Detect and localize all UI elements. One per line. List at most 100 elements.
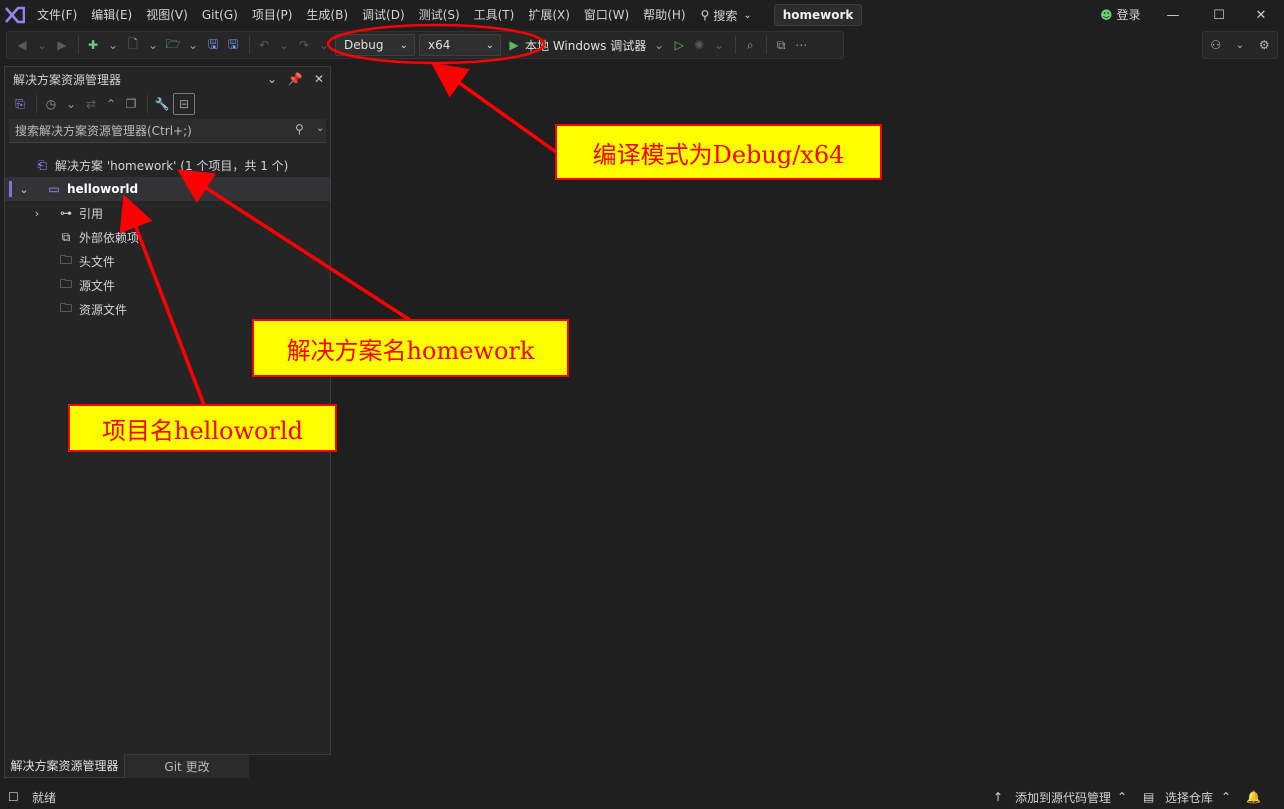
account-settings-icon[interactable]: ⚙ — [1259, 38, 1270, 52]
chevron-down-icon[interactable]: ⌄ — [263, 70, 281, 88]
chevron-down-icon[interactable]: ⌄ — [316, 123, 324, 134]
add-source-control-button[interactable]: 添加到源代码管理 — [1015, 789, 1111, 806]
chevron-down-icon[interactable]: ⌄ — [184, 34, 202, 56]
solution-explorer-toolbar: ⎘ ◷ ⌄ ⇄ ⌃ ❐ 🔧 ⊟ — [5, 91, 330, 117]
start-debugging-icon[interactable]: ▶ — [505, 34, 523, 56]
preview-selected-items-icon[interactable]: ⊟ — [173, 93, 195, 115]
solution-explorer-search-input[interactable]: 搜索解决方案资源管理器(Ctrl+;) ⚲ ⌄ — [9, 119, 326, 143]
main-menu: 文件(F) 编辑(E) 视图(V) Git(G) 项目(P) 生成(B) 调试(… — [30, 0, 863, 30]
maximize-button[interactable]: ☐ — [1196, 0, 1242, 30]
new-file-icon[interactable]: 🗋 — [124, 34, 142, 56]
standard-toolbar: ◀ ⌄ ▶ ✚ ⌄ 🗋 ⌄ 🗁 ⌄ 🖫 🖫 ↶ ⌄ ↷ ⌄ Debug ⌄ x6… — [6, 31, 844, 59]
tree-item-source-files[interactable]: 🗀 源文件 — [5, 273, 330, 297]
chevron-right-icon[interactable]: › — [30, 207, 44, 220]
open-folder-icon[interactable]: 🗁 — [164, 34, 182, 56]
copilot-toolbar: ⚇ ⌄ ⚙ — [1202, 31, 1278, 59]
close-icon[interactable]: ✕ — [310, 70, 328, 88]
menu-window[interactable]: 窗口(W) — [577, 0, 636, 30]
search-label: 搜索 — [713, 8, 738, 23]
search-icon[interactable]: ⚲ — [295, 122, 304, 136]
save-icon[interactable]: 🖫 — [204, 34, 222, 56]
status-ready: 就绪 — [32, 790, 57, 805]
tree-item-header-files[interactable]: 🗀 头文件 — [5, 249, 330, 273]
live-share-icon[interactable]: ⧉ — [772, 34, 790, 56]
chevron-down-icon[interactable]: ⌄ — [315, 34, 333, 56]
menu-extensions[interactable]: 扩展(X) — [521, 0, 577, 30]
menu-test[interactable]: 测试(S) — [412, 0, 467, 30]
new-project-icon[interactable]: ✚ — [84, 34, 102, 56]
project-label: helloworld — [67, 182, 139, 196]
notifications-bell-icon[interactable]: 🔔 — [1246, 790, 1261, 804]
navigate-back-icon[interactable]: ◀ — [13, 34, 31, 56]
search-menu[interactable]: ⚲ 搜索 ⌄ — [693, 7, 760, 24]
navigate-forward-icon[interactable]: ▶ — [53, 34, 71, 56]
resource-files-label: 资源文件 — [79, 302, 128, 317]
show-all-files-icon[interactable]: ❐ — [122, 93, 140, 115]
menu-debug[interactable]: 调试(D) — [355, 0, 412, 30]
chevron-down-icon[interactable]: ⌄ — [650, 34, 668, 56]
arrow-to-build-config — [431, 62, 558, 154]
undo-icon[interactable]: ↶ — [255, 34, 273, 56]
tab-solution-explorer[interactable]: 解决方案资源管理器 — [4, 754, 125, 778]
find-in-files-icon[interactable]: ⌕ — [741, 34, 759, 56]
tree-item-solution[interactable]: ⎗ 解决方案 'homework' (1 个项目，共 1 个) — [5, 153, 330, 177]
filter-folder-icon: 🗀 — [59, 276, 72, 291]
visual-studio-logo-icon[interactable] — [0, 0, 30, 30]
close-icon: ✕ — [1255, 7, 1267, 23]
pin-icon[interactable]: 📌 — [286, 70, 304, 88]
solution-label: 解决方案 'homework' (1 个项目，共 1 个) — [55, 158, 289, 173]
chevron-down-icon[interactable]: ⌄ — [17, 183, 31, 196]
switch-views-icon[interactable]: ⎘ — [11, 93, 29, 115]
close-window-button[interactable]: ✕ — [1238, 0, 1284, 30]
chevron-down-icon[interactable]: ⌄ — [33, 34, 51, 56]
tree-item-project[interactable]: ⌄ ▭ helloworld — [5, 177, 330, 201]
properties-wrench-icon[interactable]: 🔧 — [153, 93, 171, 115]
chevron-down-icon[interactable]: ⌄ — [62, 93, 80, 115]
output-window-icon[interactable]: ☐ — [8, 790, 24, 804]
chevron-down-icon[interactable]: ⌄ — [1236, 40, 1244, 51]
hot-reload-icon[interactable]: ✺ — [690, 34, 708, 56]
chevron-down-icon[interactable]: ⌄ — [144, 34, 162, 56]
tree-item-references[interactable]: › ⊶ 引用 — [5, 201, 330, 225]
tree-item-external-dependencies[interactable]: ⧉ 外部依赖项 — [5, 225, 330, 249]
menu-view[interactable]: 视图(V) — [139, 0, 195, 30]
menu-build[interactable]: 生成(B) — [299, 0, 355, 30]
platform-select[interactable]: x64 ⌄ — [419, 34, 501, 56]
tab-git-changes[interactable]: Git 更改 — [125, 754, 249, 778]
title-bar: 文件(F) 编辑(E) 视图(V) Git(G) 项目(P) 生成(B) 调试(… — [0, 0, 1284, 30]
chevron-down-icon[interactable]: ⌄ — [710, 34, 728, 56]
select-repo-button[interactable]: 选择仓库 — [1165, 789, 1213, 806]
minimize-button[interactable]: — — [1150, 0, 1196, 30]
tree-item-resource-files[interactable]: 🗀 资源文件 — [5, 297, 330, 321]
login-button[interactable]: ☻ 登录 — [1100, 6, 1141, 23]
chevron-down-icon[interactable]: ⌄ — [104, 34, 122, 56]
pending-changes-filter-icon[interactable]: ◷ — [42, 93, 60, 115]
start-without-debugging-icon[interactable]: ▷ — [670, 34, 688, 56]
external-dependencies-label: 外部依赖项 — [79, 230, 140, 245]
menu-edit[interactable]: 编辑(E) — [84, 0, 139, 30]
sync-with-document-icon[interactable]: ⇄ — [82, 93, 100, 115]
platform-value: x64 — [428, 38, 451, 52]
more-options-icon[interactable]: ⋯ — [792, 34, 810, 56]
menu-git[interactable]: Git(G) — [195, 0, 245, 30]
configuration-select[interactable]: Debug ⌄ — [335, 34, 415, 56]
save-all-icon[interactable]: 🖫 — [224, 34, 242, 56]
chevron-up-icon[interactable]: ⌃ — [1221, 790, 1231, 804]
minimize-icon: — — [1166, 7, 1180, 23]
references-icon: ⊶ — [60, 206, 72, 220]
chevron-up-icon[interactable]: ⌃ — [1117, 790, 1127, 804]
chevron-down-icon[interactable]: ⌄ — [275, 34, 293, 56]
toolbar-separator — [78, 36, 79, 54]
redo-icon[interactable]: ↷ — [295, 34, 313, 56]
collapse-all-icon[interactable]: ⌃ — [102, 93, 120, 115]
chevron-down-icon: ⌄ — [743, 9, 752, 21]
copilot-icon[interactable]: ⚇ — [1210, 38, 1221, 52]
toolbar-separator — [36, 95, 37, 113]
cpp-project-icon: ▭ — [48, 182, 60, 196]
menu-project[interactable]: 项目(P) — [245, 0, 300, 30]
run-target-button[interactable]: 本地 Windows 调试器 — [525, 37, 646, 54]
menu-help[interactable]: 帮助(H) — [636, 0, 692, 30]
menu-file[interactable]: 文件(F) — [30, 0, 84, 30]
configuration-value: Debug — [344, 38, 384, 52]
menu-tools[interactable]: 工具(T) — [467, 0, 522, 30]
